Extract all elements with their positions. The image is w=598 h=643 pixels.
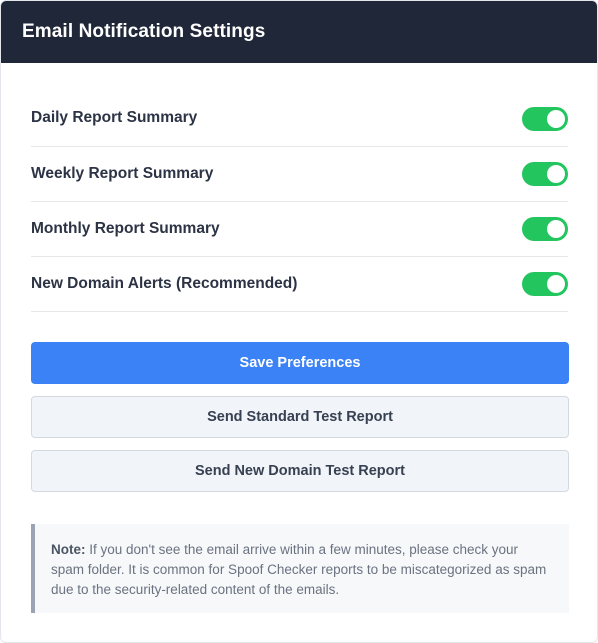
settings-list: Daily Report Summary Weekly Report Summa…	[31, 100, 568, 312]
setting-label: New Domain Alerts (Recommended)	[31, 275, 298, 292]
note-label: Note:	[51, 542, 86, 557]
send-standard-test-report-button[interactable]: Send Standard Test Report	[31, 396, 569, 438]
setting-row-daily-report: Daily Report Summary	[31, 100, 568, 147]
card-header: Email Notification Settings	[1, 1, 597, 63]
setting-label: Monthly Report Summary	[31, 220, 220, 237]
monthly-report-toggle[interactable]	[522, 217, 568, 241]
setting-label: Weekly Report Summary	[31, 165, 214, 182]
weekly-report-toggle[interactable]	[522, 162, 568, 186]
note-text: If you don't see the email arrive within…	[51, 542, 547, 597]
save-preferences-button[interactable]: Save Preferences	[31, 342, 569, 384]
page-title: Email Notification Settings	[22, 21, 266, 42]
card-body: Daily Report Summary Weekly Report Summa…	[1, 63, 597, 613]
setting-row-new-domain-alerts: New Domain Alerts (Recommended)	[31, 257, 568, 312]
actions: Save Preferences Send Standard Test Repo…	[31, 342, 569, 492]
toggle-knob	[547, 110, 565, 128]
setting-label: Daily Report Summary	[31, 109, 198, 126]
note-box: Note: If you don't see the email arrive …	[31, 524, 569, 613]
setting-row-monthly-report: Monthly Report Summary	[31, 202, 568, 257]
new-domain-alerts-toggle[interactable]	[522, 272, 568, 296]
setting-row-weekly-report: Weekly Report Summary	[31, 147, 568, 202]
toggle-knob	[547, 165, 565, 183]
email-notification-settings-card: Email Notification Settings Daily Report…	[0, 0, 598, 643]
send-new-domain-test-report-button[interactable]: Send New Domain Test Report	[31, 450, 569, 492]
toggle-knob	[547, 275, 565, 293]
daily-report-toggle[interactable]	[522, 107, 568, 131]
toggle-knob	[547, 220, 565, 238]
